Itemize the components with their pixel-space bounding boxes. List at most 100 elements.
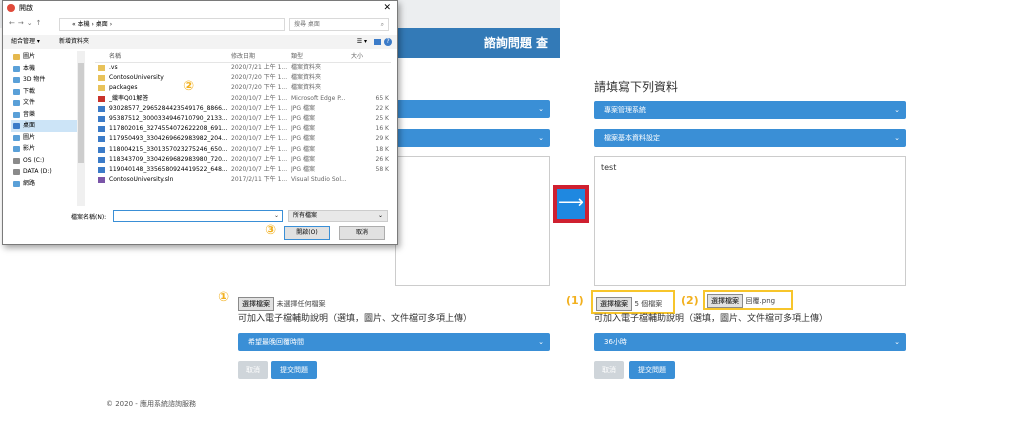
nav-item[interactable]: 音樂 [11,109,81,121]
filename-input[interactable]: ⌄ [113,210,283,222]
file-name: ContosoUniversity.sln [109,176,174,184]
col-type[interactable]: 類型 [291,51,353,63]
preview-pane-icon[interactable] [374,39,381,45]
nav-item[interactable]: 圖片 [11,132,81,144]
file-status: 未選擇任何檔案 [276,300,326,308]
choose-file-button[interactable]: 選擇檔案 [238,297,274,311]
category-select-value: 檔案基本資料設定 [604,134,660,142]
file-row[interactable]: 119040148_3356580924419522_648... 2020/10… [95,165,391,175]
breadcrumb: « 本機 › 桌面 › [72,21,113,28]
nav-item-label: 下載 [23,87,36,95]
nav-item[interactable]: 3D 物件 [11,74,81,86]
chevron-down-icon: ⌄ [894,134,900,142]
file-date: 2020/7/21 上午 1... [231,64,288,71]
file-name: 119040148_3356580924419522_648... [109,165,228,173]
cancel-button[interactable]: 取消 [594,361,624,379]
nav-item-label: 桌面 [23,122,36,129]
question-text: test [601,163,617,172]
col-size[interactable]: 大小 [351,51,379,63]
file-icon [98,146,105,153]
file-row[interactable]: 93028577_2965284423549176_8866... 2020/10… [95,104,391,114]
view-icon[interactable]: ☰ ▾ [357,35,367,49]
file-size: 58 K [375,165,389,173]
nav-scrollbar[interactable] [77,51,85,206]
col-name[interactable]: 名稱 [109,51,231,63]
file-icon [98,126,105,133]
reply-time-select[interactable]: 希望最晚回覆時間 ⌄ [238,333,550,351]
nav-item[interactable]: OS (C:) [11,155,81,167]
question-textarea[interactable] [395,156,550,286]
nav-item[interactable]: 文件 [11,97,81,109]
nav-item[interactable]: 圖片 [11,51,81,63]
nav-item[interactable]: 桌面 [11,120,81,132]
category-select[interactable]: 檔案基本資料設定 ⌄ [594,129,906,147]
file-row[interactable]: packages 2020/7/20 下午 1... 檔案資料夾 [95,83,391,93]
nav-arrows-icon[interactable]: ←→⌄↑ [9,19,44,27]
nav-item[interactable]: 影片 [11,143,81,155]
nav-item[interactable]: 下載 [11,86,81,98]
file-open-dialog: 開啟 ✕ ←→⌄↑ « 本機 › 桌面 › 搜尋 桌面 ⌕ 組合管理 ▾ 新增資料… [2,0,398,245]
dialog-cancel-button[interactable]: 取消 [339,226,385,240]
new-folder-button[interactable]: 新增資料夾 [59,35,89,49]
chevron-down-icon: ⌄ [377,212,383,219]
file-icon [98,136,105,143]
nav-item[interactable]: 網路 [11,178,81,190]
search-input[interactable]: 搜尋 桌面 ⌕ [289,18,389,31]
banner-title: 諮詢問題 查 [483,36,548,50]
file-count: 5 個檔案 [634,300,663,308]
system-select-value: 專案管理系統 [604,106,646,114]
file-size: 25 K [375,114,389,122]
folder-icon [13,169,20,175]
chevron-down-icon: ⌄ [538,105,544,113]
step-3-marker: ③ [265,223,277,238]
help-icon[interactable]: ? [384,38,392,46]
file-row[interactable]: 117802016_3274554072622208_691... 2020/10… [95,124,391,134]
file-row[interactable]: _織率Q01解答 2020/10/7 上午 1... Microsoft Edge … [95,94,391,104]
filename-label: 檔案名稱(N): [71,214,107,221]
file-name: ContosoUniversity [109,74,164,82]
nav-item[interactable]: DATA (D:) [11,166,81,178]
file-date: 2020/10/7 上午 1... [231,104,288,112]
choose-file-button[interactable]: 選擇檔案 [596,297,632,311]
question-textarea[interactable]: test [594,156,906,286]
file-upload-1: 選擇檔案 5 個檔案 [596,297,662,311]
cancel-button[interactable]: 取消 [238,361,268,379]
organize-button[interactable]: 組合管理 ▾ [11,35,40,49]
file-type: JPG 檔案 [291,114,315,122]
file-size: 22 K [375,104,389,112]
open-button[interactable]: 開啟(O) [284,226,330,240]
file-upload-row: 選擇檔案 未選擇任何檔案 [238,297,326,311]
submit-button[interactable]: 提交問題 [271,361,317,379]
folder-icon [13,134,20,141]
choose-file-button[interactable]: 選擇檔案 [707,294,743,308]
file-row[interactable]: ContosoUniversity.sln 2017/2/11 下午 1... Vi… [95,175,391,185]
file-icon [98,85,105,92]
close-icon[interactable]: ✕ [383,1,391,15]
file-date: 2020/10/7 上午 1... [231,114,288,122]
file-size: 18 K [375,145,389,153]
footer-copyright: © 2020 - 應用系統諮詢服務 [106,400,197,408]
file-name: 118343709_3304269682983980_720... [109,155,228,163]
folder-icon [13,157,20,164]
chevron-down-icon: ⌄ [894,106,900,114]
file-size: 16 K [375,125,389,133]
reply-time-select[interactable]: 36小時 ⌄ [594,333,906,351]
file-row[interactable]: 95387512_3000334946710790_2133... 2020/10… [95,114,391,124]
file-type: 檔案資料夾 [291,84,322,92]
file-name: 118004215_3301357023275246_650... [109,145,228,153]
file-date: 2020/7/20 下午 1... [231,74,288,82]
submit-button[interactable]: 提交問題 [629,361,675,379]
file-row[interactable]: 117950493_3304269662983982_204... 2020/10… [95,134,391,144]
step-2-marker: (2) [681,294,699,307]
nav-item[interactable]: 本機 [11,63,81,75]
filetype-select[interactable]: 所有檔案 ⌄ [288,210,388,222]
col-date[interactable]: 修改日期 [231,51,289,63]
file-row[interactable]: 118343709_3304269682983980_720... 2020/10… [95,155,391,165]
file-row[interactable]: 118004215_3301357023275246_650... 2020/10… [95,145,391,155]
system-select[interactable]: 專案管理系統 ⌄ [594,101,906,119]
file-row[interactable]: .vs 2020/7/21 上午 1... 檔案資料夾 [95,63,391,73]
file-row[interactable]: ContosoUniversity 2020/7/20 下午 1... 檔案資料夾 [95,73,391,83]
file-type: 檔案資料夾 [291,74,322,82]
folder-icon [13,77,20,83]
address-bar[interactable]: « 本機 › 桌面 › [59,18,285,31]
